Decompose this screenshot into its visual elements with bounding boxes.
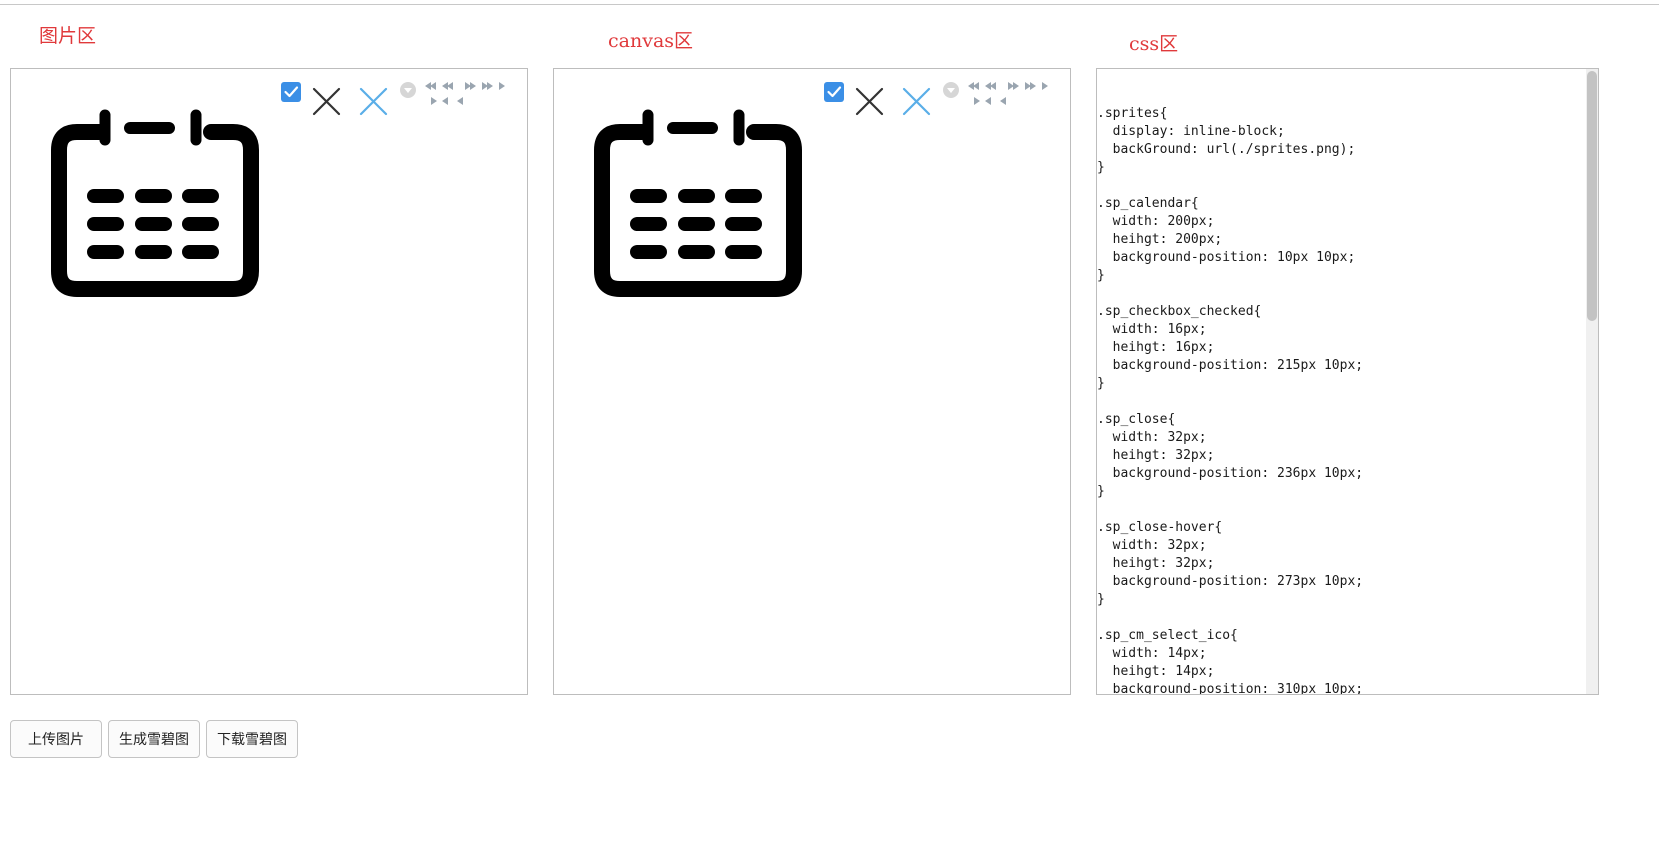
css-section-title: css区 — [1129, 33, 1179, 55]
upload-image-button[interactable]: 上传图片 — [10, 720, 102, 758]
calendar-icon — [51, 109, 259, 297]
close-hover-icon — [359, 87, 388, 116]
close-icon — [855, 87, 884, 116]
calendar-icon — [594, 109, 802, 297]
cm-select-icon — [943, 82, 959, 98]
generated-sprite-canvas — [594, 82, 1048, 297]
canvas-section-title: canvas区 — [608, 30, 694, 52]
arrow-icons — [968, 82, 1048, 105]
canvas-panel — [553, 68, 1071, 695]
image-section-title: 图片区 — [39, 25, 97, 47]
close-hover-icon — [902, 87, 931, 116]
arrow-icons — [425, 82, 505, 105]
cm-select-icon — [400, 82, 416, 98]
css-output-panel[interactable]: .sprites{ display: inline-block; backGro… — [1096, 68, 1599, 695]
top-divider — [0, 4, 1659, 5]
generate-sprite-button[interactable]: 生成雪碧图 — [108, 720, 200, 758]
css-scrollbar-thumb[interactable] — [1587, 71, 1597, 321]
css-scrollbar-track[interactable] — [1586, 69, 1598, 694]
download-sprite-button[interactable]: 下载雪碧图 — [206, 720, 298, 758]
css-code-text[interactable]: .sprites{ display: inline-block; backGro… — [1097, 105, 1583, 694]
close-icon — [312, 87, 341, 116]
checkbox-checked-icon — [824, 82, 844, 102]
checkbox-checked-icon — [281, 82, 301, 102]
uploaded-sprite-image — [51, 82, 505, 297]
image-panel — [10, 68, 528, 695]
